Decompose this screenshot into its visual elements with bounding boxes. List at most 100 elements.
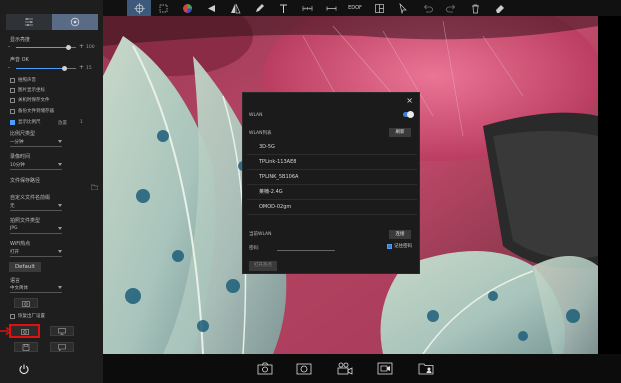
eraser-icon — [495, 4, 504, 13]
pen-tool[interactable] — [247, 0, 271, 16]
wlan-toggle[interactable] — [403, 111, 414, 118]
edof-label: EDOF — [348, 5, 362, 11]
settings-sidebar: 显示亮度 - + 100 声音 OK - + 15 拍照声音 图片显示坐标 关机… — [0, 0, 103, 383]
text-tool[interactable] — [271, 0, 295, 16]
color-icon — [182, 3, 192, 13]
chat-button[interactable] — [50, 342, 74, 352]
password-label: 密码: — [249, 246, 260, 251]
checkbox-shutter-sound[interactable]: 拍照声音 — [10, 77, 36, 83]
checkbox-save-on-shutdown[interactable]: 关机时保存文件 — [10, 97, 50, 103]
screenshot-button[interactable] — [14, 298, 38, 308]
list-item[interactable]: ... — [247, 215, 417, 221]
checkbox-box[interactable] — [10, 119, 15, 125]
default-button[interactable]: Default — [9, 262, 41, 272]
wlan-label: WLAN — [249, 113, 263, 118]
triangle-tool[interactable] — [199, 0, 223, 16]
brightness-slider-fill — [16, 47, 69, 48]
volume-minus[interactable]: - — [8, 64, 10, 71]
redo-tool[interactable] — [439, 0, 463, 16]
scale-bar-position[interactable]: 放置 — [58, 120, 67, 126]
custom-name-dropdown[interactable]: 无 — [10, 203, 62, 211]
checkbox-label: 恢复出厂设置 — [18, 314, 45, 319]
folder-user-icon[interactable] — [418, 362, 434, 375]
aperture-icon — [70, 17, 80, 27]
camera-icon — [20, 328, 29, 335]
checkbox-label: 拍照声音 — [18, 78, 36, 83]
password-input[interactable] — [277, 250, 335, 251]
record-icon[interactable] — [377, 362, 393, 375]
checkbox-show-coords[interactable]: 图片显示坐标 — [10, 87, 45, 93]
delete-tool[interactable] — [463, 0, 487, 16]
volume-slider[interactable] — [16, 66, 76, 71]
chevron-down-icon — [58, 140, 62, 143]
wifi-dropdown[interactable]: 打开 — [10, 249, 62, 257]
power-icon[interactable] — [18, 363, 30, 375]
scale-bar-size[interactable]: 1 — [80, 120, 83, 125]
checkbox-scale-bar[interactable]: 显示比例尺 — [10, 119, 41, 125]
checkbox-box[interactable] — [10, 108, 15, 114]
line-measure-tool[interactable] — [319, 0, 343, 16]
checkbox-factory-reset[interactable]: 恢复出厂设置 — [10, 313, 45, 319]
line-measure-icon — [326, 6, 336, 10]
ratio-label: 比例尺类型 — [10, 131, 36, 137]
compare-tool[interactable] — [223, 0, 247, 16]
triangle-icon — [207, 4, 215, 12]
save-button[interactable] — [14, 342, 38, 352]
volume-plus[interactable]: + — [79, 64, 84, 71]
ratio-dropdown[interactable]: 一分钟 — [10, 139, 62, 147]
list-item[interactable]: OMOD-02gm — [247, 200, 417, 215]
list-item[interactable]: 莱楠-2.4G — [247, 185, 417, 200]
crosshair-tool[interactable] — [127, 0, 151, 16]
video-icon[interactable] — [337, 362, 353, 375]
list-item[interactable]: TPLink-113AE8 — [247, 155, 417, 170]
measure-tool[interactable] — [295, 0, 319, 16]
volume-slider-knob[interactable] — [61, 66, 67, 71]
checkbox-box[interactable] — [387, 243, 392, 249]
cursor-tool[interactable] — [391, 0, 415, 16]
brightness-plus[interactable]: + — [79, 43, 84, 50]
settings-camera-button[interactable] — [9, 324, 40, 338]
brightness-max: 100 — [86, 45, 95, 50]
camera-icon[interactable] — [257, 362, 273, 375]
camera-alt-icon[interactable] — [296, 362, 312, 375]
format-dropdown[interactable]: JPG — [10, 226, 62, 234]
split-tool[interactable] — [367, 0, 391, 16]
list-item[interactable]: 3D-5G — [247, 140, 417, 155]
monitor-button[interactable] — [50, 326, 74, 336]
record-time-dropdown[interactable]: 10分钟 — [10, 162, 62, 170]
checkbox-box[interactable] — [10, 77, 15, 83]
save-path-label: 文件保存路径 — [10, 178, 41, 184]
tab-camera-settings[interactable] — [52, 14, 98, 30]
language-value: 中文简体 — [10, 286, 28, 291]
measure-icon — [302, 5, 312, 11]
tab-settings[interactable] — [6, 14, 52, 30]
refresh-button[interactable]: 刷新 — [389, 128, 411, 137]
chevron-down-icon — [58, 250, 62, 253]
checkbox-box[interactable] — [10, 97, 15, 103]
wlan-dialog: × WLAN WLAN列表 刷新 3D-5G TPLink-113AE8 TPL… — [242, 92, 420, 274]
folder-icon[interactable] — [91, 184, 98, 190]
brightness-minus[interactable]: - — [8, 43, 10, 50]
split-icon — [374, 3, 384, 13]
hotspot-button[interactable]: 打开热点 — [249, 261, 277, 271]
edof-tool[interactable]: EDOF — [343, 0, 367, 16]
record-time-value: 10分钟 — [10, 163, 25, 168]
close-icon[interactable]: × — [406, 96, 413, 105]
eraser-tool[interactable] — [487, 0, 511, 16]
connect-button[interactable]: 连接 — [389, 230, 411, 239]
checkbox-box[interactable] — [10, 313, 15, 319]
language-dropdown[interactable]: 中文简体 — [10, 285, 62, 293]
brightness-slider-knob[interactable] — [66, 45, 72, 50]
checkbox-backup[interactable]: 备份文件到储存器 — [10, 108, 54, 114]
wlan-network-list: 3D-5G TPLink-113AE8 TPLINK_5B106A 莱楠-2.4… — [247, 140, 417, 221]
volume-state: OK — [21, 57, 29, 63]
volume-label-text: 声音 — [10, 57, 21, 63]
color-tool[interactable] — [175, 0, 199, 16]
remember-password-checkbox[interactable]: 记住密码 — [387, 243, 412, 249]
checkbox-box[interactable] — [10, 87, 15, 93]
crop-tool[interactable] — [151, 0, 175, 16]
volume-max: 15 — [86, 66, 92, 71]
brightness-slider[interactable] — [16, 45, 76, 50]
list-item[interactable]: TPLINK_5B106A — [247, 170, 417, 185]
undo-tool[interactable] — [415, 0, 439, 16]
